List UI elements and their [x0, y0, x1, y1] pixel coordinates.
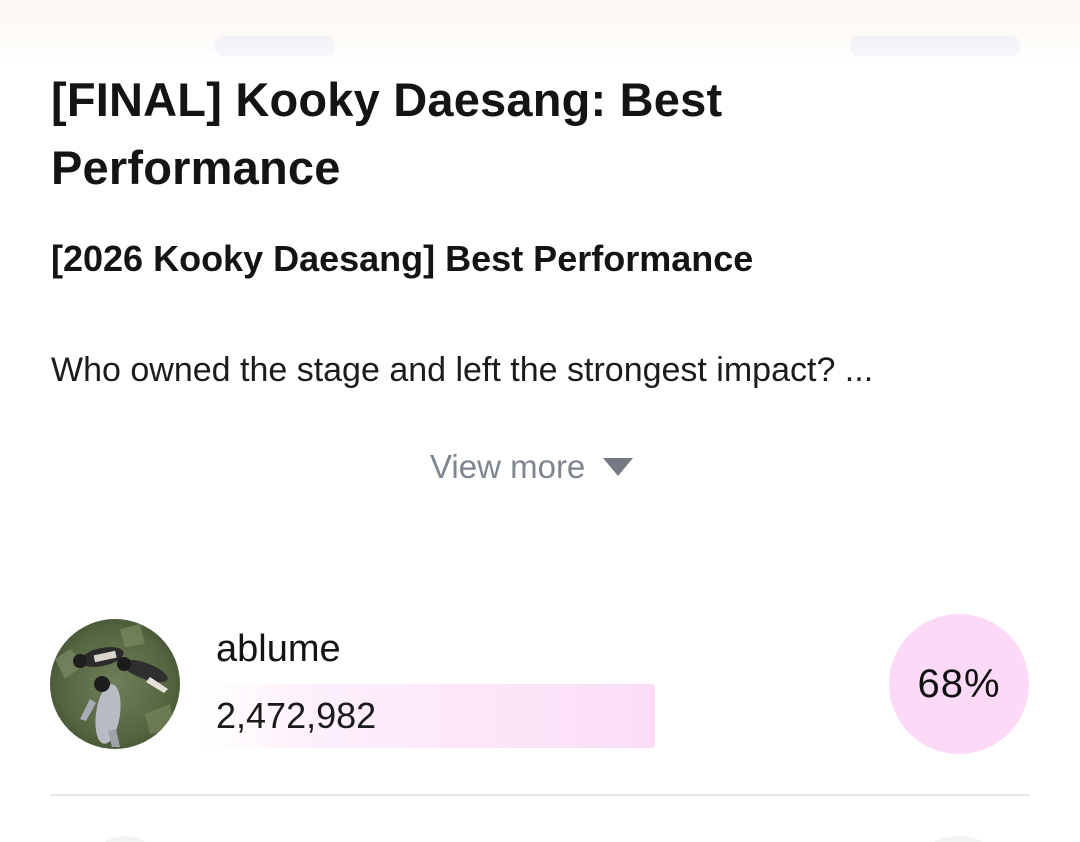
header-ghost-item	[850, 36, 1020, 56]
next-badge-partial	[928, 836, 988, 842]
percent-badge: 68%	[889, 614, 1029, 754]
avatar[interactable]	[50, 619, 180, 749]
artist-photo-icon	[50, 619, 180, 749]
next-avatar-partial	[100, 836, 150, 842]
ranking-row[interactable]: ablume 2,472,982 68%	[50, 614, 1030, 754]
next-ranking-row-partial	[0, 826, 1080, 842]
header-ghost-item	[215, 36, 335, 56]
poll-subtitle: [2026 Kooky Daesang] Best Performance	[51, 238, 754, 279]
poll-title: [FINAL] Kooky Daesang: Best Performance	[51, 73, 723, 194]
top-header-fade	[0, 0, 1080, 62]
poll-description: Who owned the stage and left the stronge…	[51, 351, 874, 389]
poll-page: [FINAL] Kooky Daesang: Best Performance …	[0, 0, 1080, 842]
row-divider	[50, 794, 1030, 796]
view-more-label: View more	[430, 448, 586, 485]
view-more-button[interactable]: View more	[430, 444, 634, 490]
triangle-down-icon	[603, 458, 634, 476]
vote-count: 2,472,982	[216, 695, 377, 736]
artist-name: ablume	[216, 628, 341, 670]
